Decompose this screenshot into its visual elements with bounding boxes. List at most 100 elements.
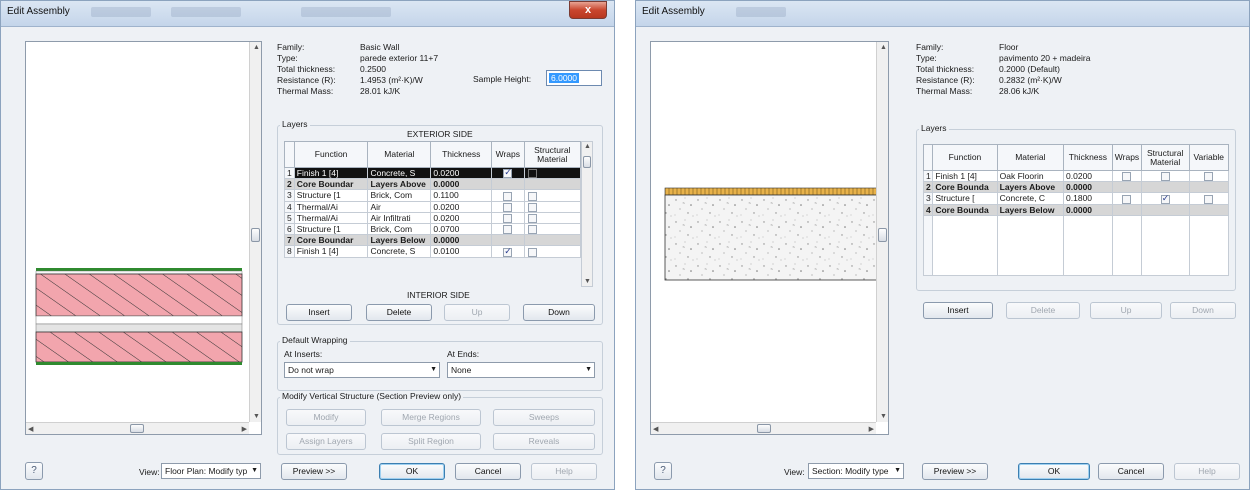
- wraps-checkbox[interactable]: [503, 191, 513, 200]
- resistance-value: 0.2832 (m²·K)/W: [999, 75, 1062, 85]
- scroll-thumb[interactable]: [757, 424, 771, 433]
- vertical-scrollbar[interactable]: ▲ ▼: [249, 42, 261, 422]
- horizontal-scrollbar[interactable]: ◀ ▶: [26, 422, 249, 434]
- structural-checkbox[interactable]: [527, 169, 537, 178]
- merge-regions-button[interactable]: Merge Regions: [381, 409, 481, 426]
- preview-button[interactable]: Preview >>: [281, 463, 347, 480]
- table-row[interactable]: 8 Finish 1 [4] Concrete, S 0.0100: [284, 245, 582, 258]
- scroll-right-arrow-icon[interactable]: ▶: [242, 425, 247, 433]
- section-preview[interactable]: ▲ ▼ ◀ ▶: [650, 41, 889, 435]
- scroll-up-arrow-icon[interactable]: ▲: [253, 44, 260, 51]
- scroll-left-arrow-icon[interactable]: ◀: [28, 425, 33, 433]
- scroll-down-arrow-icon[interactable]: ▼: [880, 413, 887, 420]
- table-row[interactable]: 1 Finish 1 [4] Oak Floorin 0.0200: [922, 169, 1230, 183]
- variable-checkbox[interactable]: [1204, 172, 1214, 181]
- cancel-button[interactable]: Cancel: [455, 463, 521, 480]
- view-select[interactable]: Floor Plan: Modify typ ▼: [161, 463, 261, 479]
- down-button[interactable]: Down: [523, 304, 595, 321]
- table-row[interactable]: 3 Structure [1 Brick, Com 0.1100: [284, 189, 582, 202]
- scroll-down-arrow-icon[interactable]: ▼: [584, 278, 591, 285]
- preview-button[interactable]: Preview >>: [922, 463, 988, 480]
- help-button[interactable]: Help: [531, 463, 597, 480]
- at-ends-select[interactable]: None ▼: [447, 362, 595, 378]
- wraps-checkbox[interactable]: [503, 225, 513, 234]
- col-variable[interactable]: Variable: [1188, 144, 1230, 171]
- col-material[interactable]: Material: [996, 144, 1065, 171]
- table-row[interactable]: 7 Core Boundar Layers Below 0.0000: [284, 234, 582, 247]
- delete-button[interactable]: Delete: [366, 304, 432, 321]
- scroll-up-arrow-icon[interactable]: ▲: [584, 143, 591, 150]
- modify-button[interactable]: Modify: [286, 409, 366, 426]
- cancel-button[interactable]: Cancel: [1098, 463, 1164, 480]
- ok-button[interactable]: OK: [1018, 463, 1090, 480]
- vertical-scrollbar[interactable]: ▲ ▼: [876, 42, 888, 422]
- variable-checkbox[interactable]: [1204, 194, 1214, 203]
- scroll-thumb[interactable]: [251, 228, 260, 242]
- wraps-checkbox[interactable]: [503, 214, 513, 223]
- reveals-button[interactable]: Reveals: [493, 433, 595, 450]
- wraps-checkbox[interactable]: [503, 202, 513, 212]
- up-button[interactable]: Up: [1090, 302, 1162, 319]
- chevron-down-icon: ▼: [430, 366, 437, 373]
- insert-button[interactable]: Insert: [923, 302, 993, 319]
- structural-checkbox[interactable]: [1160, 172, 1170, 181]
- col-structural-material[interactable]: Structural Material: [523, 141, 582, 168]
- col-material[interactable]: Material: [367, 141, 432, 168]
- table-row[interactable]: 4 Thermal/Ai Air 0.0200: [284, 200, 582, 213]
- assign-layers-button[interactable]: Assign Layers: [286, 433, 366, 450]
- close-button[interactable]: x: [569, 1, 607, 19]
- scroll-down-arrow-icon[interactable]: ▼: [253, 413, 260, 420]
- section-preview[interactable]: ▲ ▼ ◀ ▶: [25, 41, 262, 435]
- help-icon[interactable]: ?: [654, 462, 672, 480]
- help-button[interactable]: Help: [1174, 463, 1240, 480]
- layers-scrollbar[interactable]: ▲ ▼: [581, 141, 593, 287]
- down-button[interactable]: Down: [1170, 302, 1236, 319]
- table-row[interactable]: 5 Thermal/Ai Air Infiltrati 0.0200: [284, 211, 582, 225]
- scroll-left-arrow-icon[interactable]: ◀: [653, 425, 658, 433]
- col-wraps[interactable]: Wraps: [491, 141, 525, 168]
- scroll-right-arrow-icon[interactable]: ▶: [869, 425, 874, 433]
- structural-checkbox[interactable]: [1160, 194, 1170, 203]
- layers-label: Layers: [280, 119, 310, 129]
- structural-checkbox[interactable]: [527, 214, 537, 223]
- sweeps-button[interactable]: Sweeps: [493, 409, 595, 426]
- col-wraps[interactable]: Wraps: [1111, 144, 1142, 171]
- col-function[interactable]: Function: [293, 141, 369, 168]
- sample-height-input[interactable]: 6.0000: [546, 70, 602, 86]
- scroll-thumb[interactable]: [878, 228, 887, 242]
- col-function[interactable]: Function: [932, 144, 998, 171]
- help-icon[interactable]: ?: [25, 462, 43, 480]
- wraps-checkbox[interactable]: [503, 247, 513, 256]
- total-thickness-label: Total thickness:: [916, 64, 975, 74]
- wraps-checkbox[interactable]: [503, 169, 513, 178]
- col-thickness[interactable]: Thickness: [1063, 144, 1113, 171]
- table-row[interactable]: 3 Structure [ Concrete, C 0.1800: [922, 192, 1230, 205]
- insert-button[interactable]: Insert: [286, 304, 352, 321]
- col-structural-material[interactable]: Structural Material: [1140, 144, 1190, 171]
- table-row[interactable]: 2 Core Boundar Layers Above 0.0000: [284, 178, 582, 191]
- wraps-checkbox[interactable]: [1122, 194, 1132, 203]
- scroll-thumb[interactable]: [583, 156, 591, 168]
- split-region-button[interactable]: Split Region: [381, 433, 481, 450]
- structural-checkbox[interactable]: [527, 225, 537, 234]
- view-select[interactable]: Section: Modify type ▼: [808, 463, 904, 479]
- ok-button[interactable]: OK: [379, 463, 445, 480]
- delete-button[interactable]: Delete: [1006, 302, 1080, 319]
- scroll-thumb[interactable]: [130, 424, 144, 433]
- modify-vertical-structure-label: Modify Vertical Structure (Section Previ…: [280, 391, 464, 401]
- col-thickness[interactable]: Thickness: [430, 141, 493, 168]
- up-button[interactable]: Up: [444, 304, 510, 321]
- at-inserts-select[interactable]: Do not wrap ▼: [284, 362, 440, 378]
- table-row[interactable]: 2 Core Bounda Layers Above 0.0000: [922, 181, 1230, 194]
- structural-checkbox[interactable]: [527, 191, 537, 200]
- scroll-up-arrow-icon[interactable]: ▲: [880, 44, 887, 51]
- table-row[interactable]: 1 Finish 1 [4] Concrete, S 0.0200: [284, 166, 582, 180]
- horizontal-scrollbar[interactable]: ◀ ▶: [651, 422, 876, 434]
- wraps-checkbox[interactable]: [1122, 172, 1132, 181]
- layers-table[interactable]: Function Material Thickness Wraps Struct…: [922, 144, 1230, 276]
- structural-checkbox[interactable]: [527, 202, 537, 212]
- table-row[interactable]: 4 Core Bounda Layers Below 0.0000: [922, 203, 1230, 216]
- layers-table[interactable]: Function Material Thickness Wraps Struct…: [284, 141, 582, 258]
- structural-checkbox[interactable]: [527, 247, 537, 256]
- table-row[interactable]: 6 Structure [1 Brick, Com 0.0700: [284, 222, 582, 236]
